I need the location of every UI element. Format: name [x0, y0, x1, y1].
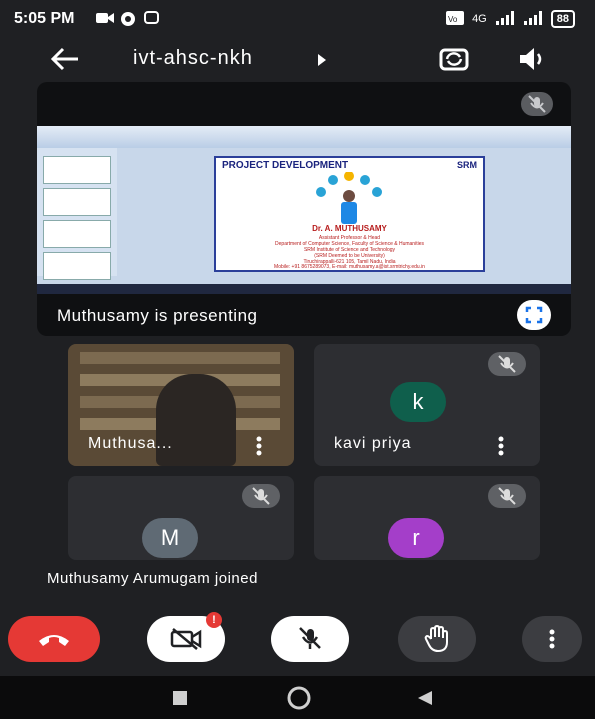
participant-avatar: k	[390, 382, 446, 422]
more-vert-icon[interactable]	[256, 436, 262, 456]
slide-logo: SRM	[457, 160, 477, 170]
volte-icon: Vo	[446, 10, 465, 28]
meeting-header: ivt-ahsc-nkh	[0, 38, 595, 82]
alert-badge: !	[206, 612, 222, 628]
back-arrow-icon[interactable]	[50, 46, 80, 72]
mic-toggle-button[interactable]	[271, 616, 349, 662]
battery-indicator: 88	[550, 10, 575, 28]
status-right: Vo 4G 88	[446, 10, 575, 28]
mic-off-icon	[488, 352, 526, 376]
raise-hand-icon	[424, 625, 448, 653]
slide-title: PROJECT DEVELOPMENT	[222, 160, 349, 171]
status-bar: 5:05 PM Vo 4G 88	[0, 0, 595, 38]
slide-presenter-name: Dr. A. MUTHUSAMY	[312, 224, 387, 233]
signal-icon	[495, 10, 515, 28]
slide-thumbnail	[43, 188, 111, 216]
hang-up-icon	[39, 635, 69, 646]
presentation-tile[interactable]: PROJECT DEVELOPMENT SRM Dr. A. MUTHUSAMY…	[37, 82, 571, 336]
slide-thumbnail	[43, 220, 111, 248]
svg-text:Vo: Vo	[448, 15, 458, 24]
status-time: 5:05 PM	[14, 10, 75, 27]
current-slide: PROJECT DEVELOPMENT SRM Dr. A. MUTHUSAMY…	[214, 156, 485, 272]
meeting-code[interactable]: ivt-ahsc-nkh	[133, 47, 253, 70]
end-call-button[interactable]	[8, 616, 100, 662]
participant-avatar: r	[388, 518, 444, 558]
switch-camera-icon[interactable]	[438, 44, 470, 74]
camera-off-icon	[170, 628, 202, 650]
more-vert-icon	[549, 629, 555, 649]
participant-tile[interactable]: M	[68, 476, 294, 560]
mic-off-icon	[299, 627, 321, 649]
raise-hand-button[interactable]	[398, 616, 476, 662]
notification-icons	[96, 11, 160, 26]
participant-tile[interactable]: k kavi priya	[314, 344, 540, 466]
slide-thumbnail	[43, 156, 111, 184]
back-nav-icon[interactable]	[416, 689, 434, 712]
mic-off-icon	[488, 484, 526, 508]
home-icon[interactable]	[287, 686, 311, 715]
windows-taskbar	[37, 284, 571, 294]
cast-notification-icon	[144, 11, 160, 25]
slide-line: Mobile: +91 8675289073, E-mail: muthusam…	[274, 264, 425, 270]
participant-tile[interactable]: Muthusa...	[68, 344, 294, 466]
fullscreen-icon	[525, 306, 543, 324]
app-ribbon	[37, 126, 571, 148]
participant-avatar: M	[142, 518, 198, 558]
network-type: 4G	[472, 13, 487, 25]
fullscreen-button[interactable]	[517, 300, 551, 330]
bookshelf	[80, 352, 280, 364]
participant-name: kavi priya	[334, 435, 412, 452]
slide-thumbnails	[37, 148, 117, 280]
mic-off-icon	[242, 484, 280, 508]
presenting-label: Muthusamy is presenting	[57, 306, 258, 325]
more-options-button[interactable]	[522, 616, 582, 662]
android-nav-bar	[0, 676, 595, 719]
recents-icon[interactable]	[172, 690, 188, 711]
join-notification: Muthusamy Arumugam joined	[47, 570, 258, 587]
participant-tile[interactable]: r	[314, 476, 540, 560]
mic-off-icon	[521, 92, 553, 116]
chrome-notification-icon	[120, 11, 136, 26]
participant-name: Muthusa...	[88, 435, 173, 452]
shared-screen: PROJECT DEVELOPMENT SRM Dr. A. MUTHUSAMY…	[37, 126, 571, 294]
more-vert-icon[interactable]	[498, 436, 504, 456]
caret-right-icon[interactable]	[318, 54, 326, 66]
slide-thumbnail	[43, 252, 111, 280]
signal-icon-2	[523, 10, 543, 28]
speaker-icon[interactable]	[516, 44, 548, 74]
video-notification-icon	[96, 11, 114, 25]
slide-illustration	[316, 172, 382, 224]
